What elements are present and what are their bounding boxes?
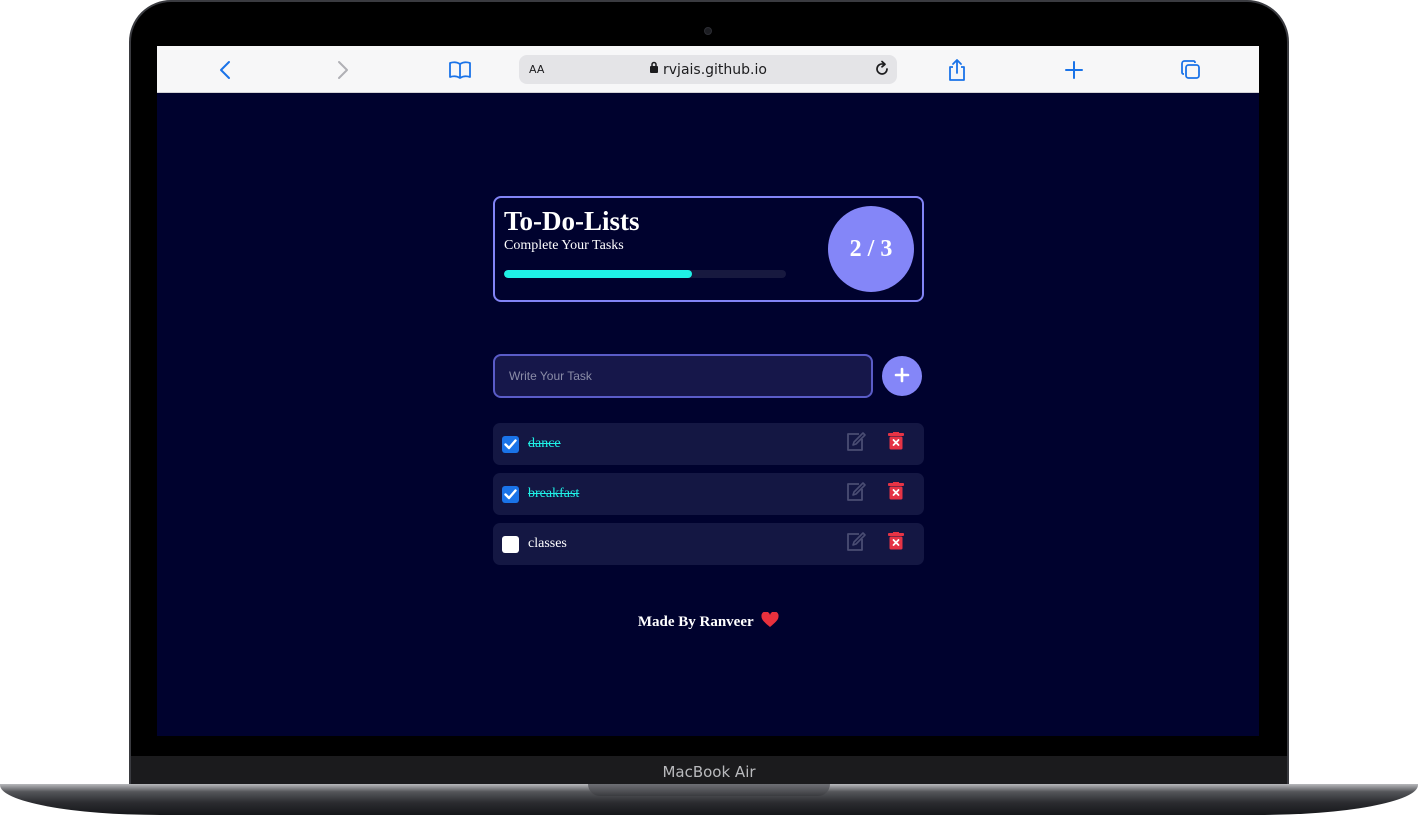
back-icon[interactable]: [212, 57, 238, 83]
footer-credit: Made By Ranveer: [493, 611, 924, 633]
task-counter: 2 / 3: [828, 206, 914, 292]
url-text: rvjais.github.io: [663, 62, 767, 78]
delete-icon[interactable]: [888, 532, 904, 550]
camera-icon: [704, 27, 712, 35]
device-label: MacBook Air: [662, 763, 756, 781]
browser-screen: AA rvjais.github.io To-Do-Lists Complete…: [157, 46, 1259, 736]
laptop-notch: [588, 784, 830, 796]
edit-icon[interactable]: [845, 531, 867, 553]
task-label: dance: [528, 436, 561, 451]
reload-icon[interactable]: [873, 60, 891, 83]
delete-icon[interactable]: [888, 432, 904, 450]
footer-text: Made By Ranveer: [637, 614, 754, 630]
new-tab-icon[interactable]: [1061, 57, 1087, 83]
lock-icon: [649, 61, 659, 79]
add-task-button[interactable]: [882, 356, 922, 396]
heart-icon: [761, 611, 779, 633]
progress-fill: [504, 270, 693, 278]
address-bar[interactable]: AA rvjais.github.io: [519, 55, 897, 84]
edit-icon[interactable]: [845, 481, 867, 503]
plus-icon: [894, 367, 910, 386]
edit-icon[interactable]: [845, 431, 867, 453]
task-label: breakfast: [528, 486, 580, 501]
task-input[interactable]: [493, 354, 873, 398]
task-checkbox[interactable]: [502, 486, 519, 503]
share-icon[interactable]: [944, 57, 970, 83]
task-label: classes: [528, 536, 567, 551]
page-subtitle: Complete Your Tasks: [504, 238, 624, 253]
task-checkbox[interactable]: [502, 436, 519, 453]
task-item: dance: [493, 423, 924, 465]
progress-bar: [504, 270, 786, 278]
task-list: dance breakfast classes: [493, 423, 924, 573]
page-title: To-Do-Lists: [504, 206, 640, 236]
browser-toolbar: AA rvjais.github.io: [157, 46, 1259, 93]
forward-icon[interactable]: [330, 57, 356, 83]
task-item: breakfast: [493, 473, 924, 515]
bookmarks-icon[interactable]: [447, 57, 473, 83]
task-checkbox[interactable]: [502, 536, 519, 553]
task-item: classes: [493, 523, 924, 565]
tabs-icon[interactable]: [1178, 57, 1204, 83]
delete-icon[interactable]: [888, 482, 904, 500]
summary-card: To-Do-Lists Complete Your Tasks 2 / 3: [493, 196, 924, 302]
